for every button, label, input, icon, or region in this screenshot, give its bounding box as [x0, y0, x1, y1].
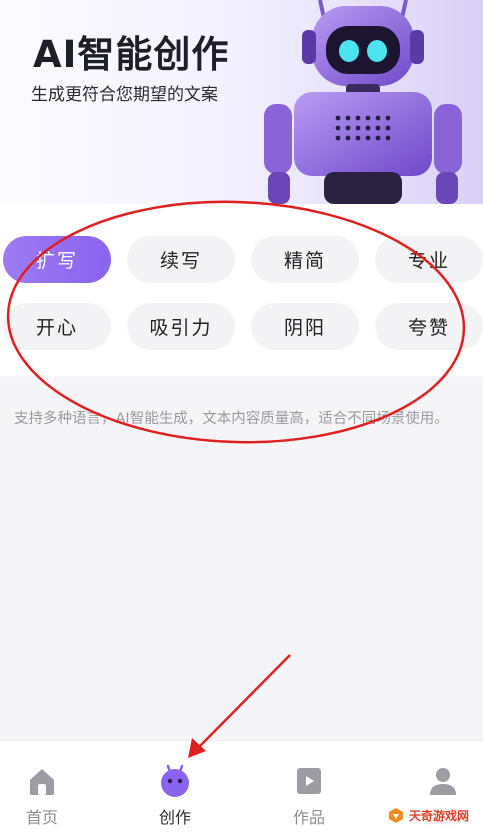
chip-attractive[interactable]: 吸引力	[127, 303, 235, 350]
chip-simplify[interactable]: 精简	[251, 236, 359, 283]
chip-happy[interactable]: 开心	[3, 303, 111, 350]
home-icon	[30, 769, 54, 795]
chip-expand[interactable]: 扩写	[3, 236, 111, 283]
tab-works[interactable]: 作品	[249, 741, 369, 835]
chip-sarcastic[interactable]: 阴阳	[251, 303, 359, 350]
input-placeholder: 支持多种语言，AI智能生成，文本内容质量高，适合不同场景使用。	[14, 411, 449, 427]
robot-illustration	[264, 0, 462, 204]
hero-subtitle: 生成更符合您期望的文案	[31, 85, 218, 105]
watermark-logo-icon	[389, 808, 403, 823]
hero-banner: AI智能创作 生成更符合您期望的文案	[0, 0, 483, 204]
chip-professional[interactable]: 专业	[375, 236, 483, 283]
tab-create[interactable]: 创作	[115, 741, 235, 835]
video-icon	[297, 768, 321, 794]
chip-praise[interactable]: 夸赞	[375, 303, 483, 350]
tab-works-label: 作品	[292, 808, 325, 827]
robot-icon	[161, 764, 189, 797]
text-input-area[interactable]	[0, 388, 483, 740]
hero-title: AI智能创作	[33, 33, 230, 76]
watermark: 天奇游戏网	[383, 800, 483, 830]
user-icon	[430, 768, 456, 795]
chip-continue[interactable]: 续写	[127, 236, 235, 283]
tab-create-label: 创作	[158, 808, 191, 827]
tab-home[interactable]: 首页	[0, 741, 102, 835]
watermark-text: 天奇游戏网	[409, 808, 470, 823]
style-options-panel	[0, 204, 483, 376]
tab-home-label: 首页	[25, 808, 58, 827]
